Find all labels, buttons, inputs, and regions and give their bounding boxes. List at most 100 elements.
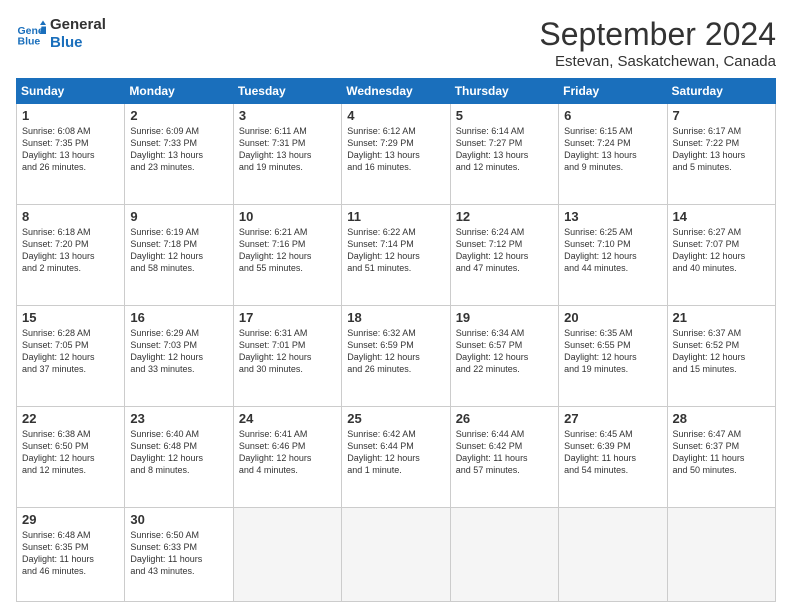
day-number: 2 (130, 108, 227, 123)
day-number: 3 (239, 108, 336, 123)
day-number: 25 (347, 411, 444, 426)
cell-info: Sunrise: 6:11 AM Sunset: 7:31 PM Dayligh… (239, 125, 336, 174)
location-title: Estevan, Saskatchewan, Canada (539, 53, 776, 70)
calendar-cell: 24 Sunrise: 6:41 AM Sunset: 6:46 PM Dayli… (233, 406, 341, 507)
month-title: September 2024 (539, 16, 776, 53)
cell-info: Sunrise: 6:48 AM Sunset: 6:35 PM Dayligh… (22, 529, 119, 578)
cell-info: Sunrise: 6:44 AM Sunset: 6:42 PM Dayligh… (456, 428, 553, 477)
calendar-cell: 13Sunrise: 6:25 AM Sunset: 7:10 PM Dayli… (559, 204, 667, 305)
calendar-week-row: 8 Sunrise: 6:18 AM Sunset: 7:20 PM Daylig… (17, 204, 776, 305)
cell-info: Sunrise: 6:42 AM Sunset: 6:44 PM Dayligh… (347, 428, 444, 477)
cell-info: Sunrise: 6:12 AM Sunset: 7:29 PM Dayligh… (347, 125, 444, 174)
day-number: 17 (239, 310, 336, 325)
day-number: 20 (564, 310, 661, 325)
calendar-cell: 21Sunrise: 6:37 AM Sunset: 6:52 PM Dayli… (667, 305, 775, 406)
day-number: 13 (564, 209, 661, 224)
cell-info: Sunrise: 6:41 AM Sunset: 6:46 PM Dayligh… (239, 428, 336, 477)
day-number: 8 (22, 209, 119, 224)
calendar-cell: 29 Sunrise: 6:48 AM Sunset: 6:35 PM Dayli… (17, 507, 125, 601)
cell-info: Sunrise: 6:40 AM Sunset: 6:48 PM Dayligh… (130, 428, 227, 477)
cell-info: Sunrise: 6:31 AM Sunset: 7:01 PM Dayligh… (239, 327, 336, 376)
calendar-cell: 12 Sunrise: 6:24 AM Sunset: 7:12 PM Dayli… (450, 204, 558, 305)
cell-info: Sunrise: 6:45 AM Sunset: 6:39 PM Dayligh… (564, 428, 661, 477)
cell-info: Sunrise: 6:35 AM Sunset: 6:55 PM Dayligh… (564, 327, 661, 376)
cell-info: Sunrise: 6:15 AM Sunset: 7:24 PM Dayligh… (564, 125, 661, 174)
calendar-cell: 26 Sunrise: 6:44 AM Sunset: 6:42 PM Dayli… (450, 406, 558, 507)
weekday-header: Thursday (450, 79, 558, 104)
calendar-cell (559, 507, 667, 601)
day-number: 5 (456, 108, 553, 123)
title-block: September 2024 Estevan, Saskatchewan, Ca… (539, 16, 776, 70)
calendar-cell: 5 Sunrise: 6:14 AM Sunset: 7:27 PM Daylig… (450, 104, 558, 205)
cell-info: Sunrise: 6:28 AM Sunset: 7:05 PM Dayligh… (22, 327, 119, 376)
calendar-week-row: 15 Sunrise: 6:28 AM Sunset: 7:05 PM Dayli… (17, 305, 776, 406)
day-number: 18 (347, 310, 444, 325)
cell-info: Sunrise: 6:29 AM Sunset: 7:03 PM Dayligh… (130, 327, 227, 376)
weekday-header: Monday (125, 79, 233, 104)
logo-icon: General Blue (16, 19, 46, 49)
day-number: 11 (347, 209, 444, 224)
day-number: 15 (22, 310, 119, 325)
day-number: 9 (130, 209, 227, 224)
logo: General Blue General Blue (16, 16, 106, 52)
calendar-cell: 1 Sunrise: 6:08 AM Sunset: 7:35 PM Daylig… (17, 104, 125, 205)
calendar-week-row: 22 Sunrise: 6:38 AM Sunset: 6:50 PM Dayli… (17, 406, 776, 507)
day-number: 24 (239, 411, 336, 426)
day-number: 23 (130, 411, 227, 426)
day-number: 19 (456, 310, 553, 325)
weekday-header: Saturday (667, 79, 775, 104)
calendar-week-row: 1 Sunrise: 6:08 AM Sunset: 7:35 PM Daylig… (17, 104, 776, 205)
day-number: 10 (239, 209, 336, 224)
calendar-cell: 16 Sunrise: 6:29 AM Sunset: 7:03 PM Dayli… (125, 305, 233, 406)
cell-info: Sunrise: 6:38 AM Sunset: 6:50 PM Dayligh… (22, 428, 119, 477)
day-number: 12 (456, 209, 553, 224)
calendar-cell: 27 Sunrise: 6:45 AM Sunset: 6:39 PM Dayli… (559, 406, 667, 507)
calendar-cell: 22 Sunrise: 6:38 AM Sunset: 6:50 PM Dayli… (17, 406, 125, 507)
calendar-header-row: SundayMondayTuesdayWednesdayThursdayFrid… (17, 79, 776, 104)
day-number: 22 (22, 411, 119, 426)
calendar-cell: 15 Sunrise: 6:28 AM Sunset: 7:05 PM Dayli… (17, 305, 125, 406)
calendar-cell: 8 Sunrise: 6:18 AM Sunset: 7:20 PM Daylig… (17, 204, 125, 305)
calendar-cell: 23 Sunrise: 6:40 AM Sunset: 6:48 PM Dayli… (125, 406, 233, 507)
calendar-cell: 14 Sunrise: 6:27 AM Sunset: 7:07 PM Dayli… (667, 204, 775, 305)
cell-info: Sunrise: 6:47 AM Sunset: 6:37 PM Dayligh… (673, 428, 770, 477)
calendar-cell: 9 Sunrise: 6:19 AM Sunset: 7:18 PM Daylig… (125, 204, 233, 305)
day-number: 30 (130, 512, 227, 527)
calendar-cell: 7Sunrise: 6:17 AM Sunset: 7:22 PM Daylig… (667, 104, 775, 205)
day-number: 28 (673, 411, 770, 426)
weekday-header: Friday (559, 79, 667, 104)
cell-info: Sunrise: 6:19 AM Sunset: 7:18 PM Dayligh… (130, 226, 227, 275)
calendar-cell: 17 Sunrise: 6:31 AM Sunset: 7:01 PM Dayli… (233, 305, 341, 406)
cell-info: Sunrise: 6:18 AM Sunset: 7:20 PM Dayligh… (22, 226, 119, 275)
day-number: 29 (22, 512, 119, 527)
cell-info: Sunrise: 6:34 AM Sunset: 6:57 PM Dayligh… (456, 327, 553, 376)
calendar-cell: 28 Sunrise: 6:47 AM Sunset: 6:37 PM Dayli… (667, 406, 775, 507)
cell-info: Sunrise: 6:14 AM Sunset: 7:27 PM Dayligh… (456, 125, 553, 174)
weekday-header: Wednesday (342, 79, 450, 104)
cell-info: Sunrise: 6:22 AM Sunset: 7:14 PM Dayligh… (347, 226, 444, 275)
day-number: 1 (22, 108, 119, 123)
day-number: 27 (564, 411, 661, 426)
calendar-cell: 11 Sunrise: 6:22 AM Sunset: 7:14 PM Dayli… (342, 204, 450, 305)
day-number: 21 (673, 310, 770, 325)
svg-text:Blue: Blue (18, 36, 41, 48)
calendar-week-row: 29 Sunrise: 6:48 AM Sunset: 6:35 PM Dayli… (17, 507, 776, 601)
calendar-cell (233, 507, 341, 601)
calendar-cell: 18 Sunrise: 6:32 AM Sunset: 6:59 PM Dayli… (342, 305, 450, 406)
day-number: 16 (130, 310, 227, 325)
day-number: 14 (673, 209, 770, 224)
cell-info: Sunrise: 6:09 AM Sunset: 7:33 PM Dayligh… (130, 125, 227, 174)
day-number: 4 (347, 108, 444, 123)
calendar-cell: 30Sunrise: 6:50 AM Sunset: 6:33 PM Dayli… (125, 507, 233, 601)
day-number: 26 (456, 411, 553, 426)
calendar-cell: 20 Sunrise: 6:35 AM Sunset: 6:55 PM Dayli… (559, 305, 667, 406)
cell-info: Sunrise: 6:24 AM Sunset: 7:12 PM Dayligh… (456, 226, 553, 275)
cell-info: Sunrise: 6:27 AM Sunset: 7:07 PM Dayligh… (673, 226, 770, 275)
calendar-cell: 25 Sunrise: 6:42 AM Sunset: 6:44 PM Dayli… (342, 406, 450, 507)
cell-info: Sunrise: 6:08 AM Sunset: 7:35 PM Dayligh… (22, 125, 119, 174)
weekday-header: Sunday (17, 79, 125, 104)
calendar-cell: 19 Sunrise: 6:34 AM Sunset: 6:57 PM Dayli… (450, 305, 558, 406)
cell-info: Sunrise: 6:32 AM Sunset: 6:59 PM Dayligh… (347, 327, 444, 376)
calendar-cell: 2 Sunrise: 6:09 AM Sunset: 7:33 PM Daylig… (125, 104, 233, 205)
logo-line1: General (50, 16, 106, 34)
